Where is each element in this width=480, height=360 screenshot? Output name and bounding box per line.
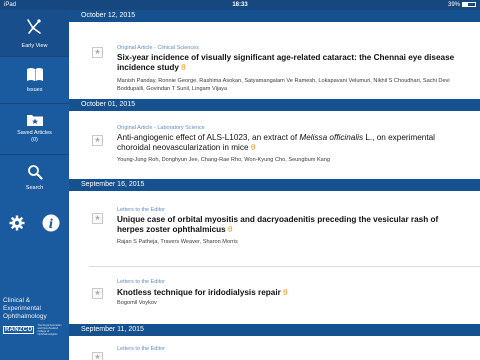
article-title[interactable]: Anti-angiogenic effect of ALS-L1023, an …	[117, 133, 467, 153]
article-title[interactable]: Six-year incidence of visually significa…	[117, 53, 467, 73]
date-header: October 12, 2015	[69, 10, 480, 22]
battery-icon	[462, 2, 476, 7]
svg-text:i: i	[49, 217, 54, 231]
gear-icon[interactable]	[9, 215, 25, 231]
sidebar-item-label: Saved Articles (0)	[17, 130, 52, 143]
sidebar-item-search[interactable]: Search	[0, 155, 69, 201]
ranzco-logo: RANZCO The Royal Australian and New Zeal…	[3, 324, 69, 336]
sidebar-item-label: Search	[25, 185, 44, 191]
status-bar: iPad 18:33 39%	[0, 0, 480, 10]
open-access-icon: θ	[181, 63, 186, 72]
save-star-button[interactable]: ★	[92, 213, 103, 224]
sidebar-item-saved-articles[interactable]: Saved Articles (0)	[0, 104, 69, 154]
article-authors: Manish Panday, Ronnie George, Rashima As…	[117, 78, 450, 92]
open-access-icon: θ	[228, 225, 233, 234]
brand-line-1: Clinical & Experimental	[3, 297, 41, 312]
article-title[interactable]: Knotless technique for iridodialysis rep…	[117, 288, 467, 298]
save-star-button[interactable]: ★	[92, 352, 103, 360]
sidebar-item-label: Issues	[26, 87, 43, 93]
article-item[interactable]: ★ Letters to the Editor Knotless techniq…	[69, 267, 480, 324]
date-header: October 01, 2015	[69, 99, 480, 111]
article-item[interactable]: ★ Original Article - Clinical Sciences S…	[69, 22, 480, 96]
article-type: Letters to the Editor	[117, 207, 165, 213]
book-icon	[26, 68, 43, 81]
save-star-button[interactable]: ★	[92, 135, 103, 146]
open-access-icon: θ	[283, 288, 288, 297]
journal-brand: Clinical & Experimental Ophthalmology	[3, 297, 69, 321]
article-item[interactable]: ★ Original Article - Laboratory Science …	[69, 111, 480, 179]
sidebar-item-issues[interactable]: Issues	[0, 57, 69, 103]
date-header: September 16, 2015	[69, 179, 480, 191]
article-item[interactable]: ★ Letters to the Editor Unique case of o…	[69, 191, 480, 266]
logo-text: The Royal Australian and New Zealand Col…	[37, 324, 62, 336]
clock: 18:33	[232, 1, 248, 8]
sidebar-item-label: Early View	[21, 43, 48, 49]
sidebar-item-early-view[interactable]: Early View	[0, 10, 69, 56]
article-authors: Rajan S Patheja, Travers Weaver, Sharon …	[117, 239, 238, 245]
sidebar: Early View Issues Saved Articles (0) Sea…	[0, 10, 69, 360]
brand-line-2: Ophthalmology	[3, 313, 47, 320]
battery-status: 39%	[448, 2, 476, 8]
open-access-icon: θ	[250, 143, 256, 152]
article-type: Letters to the Editor	[117, 279, 165, 285]
article-type: Original Article - Laboratory Science	[117, 125, 205, 131]
search-icon	[27, 165, 43, 180]
article-type: Letters to the Editor	[117, 346, 165, 352]
info-icon[interactable]: i	[42, 214, 60, 232]
article-item[interactable]: ★ Letters to the Editor	[69, 336, 480, 360]
saved-folder-icon	[26, 115, 43, 126]
date-header: September 11, 2015	[69, 324, 480, 336]
article-feed[interactable]: October 12, 2015 ★ Original Article - Cl…	[69, 10, 480, 360]
save-star-button[interactable]: ★	[92, 47, 103, 58]
article-title[interactable]: Unique case of orbital myositis and dacr…	[117, 215, 467, 235]
battery-percent: 39%	[447, 1, 460, 8]
article-type: Original Article - Clinical Sciences	[117, 45, 199, 51]
battery-level-fill	[463, 3, 468, 6]
logo-mark: RANZCO	[3, 326, 35, 334]
save-star-button[interactable]: ★	[92, 288, 103, 299]
early-view-icon	[26, 19, 41, 34]
article-authors: Young-Jung Roh, Donghyun Jee, Chang-Rae …	[117, 157, 331, 163]
article-authors: Bogomil Voykov	[117, 300, 157, 306]
